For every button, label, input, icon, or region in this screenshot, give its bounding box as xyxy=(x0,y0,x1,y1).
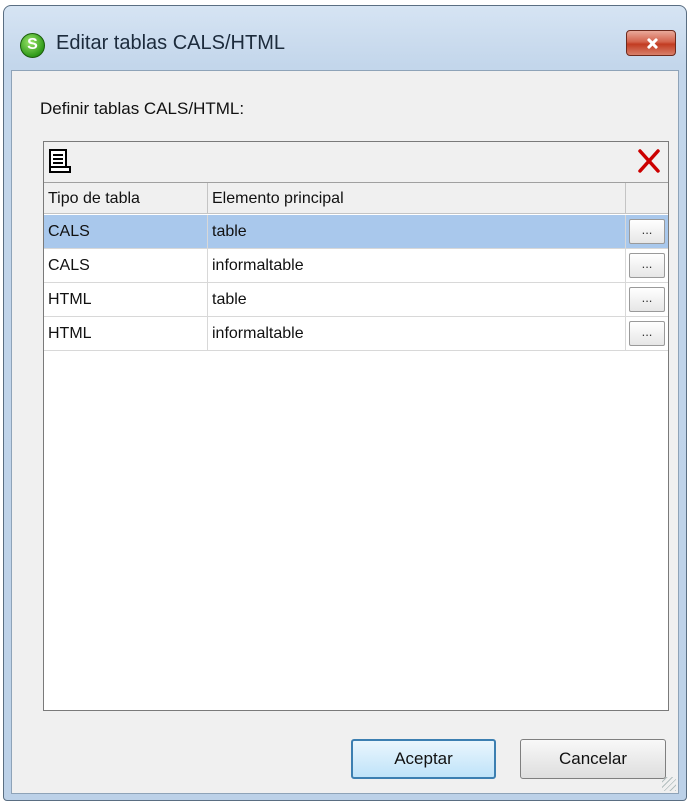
grid-toolbar xyxy=(44,142,668,183)
table-row[interactable]: CALS informaltable ... xyxy=(44,249,668,283)
cell-table-type[interactable]: CALS xyxy=(44,215,208,248)
cancel-button[interactable]: Cancelar xyxy=(520,739,666,779)
browse-element-button[interactable]: ... xyxy=(629,219,665,244)
resize-grip-icon[interactable] xyxy=(662,777,676,791)
browse-element-button[interactable]: ... xyxy=(629,321,665,346)
delete-row-icon[interactable] xyxy=(636,148,662,174)
cell-table-type[interactable]: HTML xyxy=(44,317,208,350)
column-header-blank xyxy=(626,183,668,214)
cell-main-element[interactable]: informaltable xyxy=(208,249,626,282)
cell-table-type[interactable]: HTML xyxy=(44,283,208,316)
cell-main-element[interactable]: table xyxy=(208,215,626,248)
cell-main-element[interactable]: informaltable xyxy=(208,317,626,350)
browse-element-button[interactable]: ... xyxy=(629,287,665,312)
section-label: Definir tablas CALS/HTML: xyxy=(40,99,245,118)
dialog-window: Editar tablas CALS/HTML Definir tablas C… xyxy=(3,5,687,801)
table-row[interactable]: CALS table ... xyxy=(44,215,668,249)
column-header-type[interactable]: Tipo de tabla xyxy=(44,183,208,214)
window-title: Editar tablas CALS/HTML xyxy=(56,32,285,54)
app-logo-icon xyxy=(20,33,45,58)
table-row[interactable]: HTML table ... xyxy=(44,283,668,317)
close-button[interactable] xyxy=(626,30,676,56)
column-header-element[interactable]: Elemento principal xyxy=(208,183,626,214)
table-row[interactable]: HTML informaltable ... xyxy=(44,317,668,351)
accept-button[interactable]: Aceptar xyxy=(351,739,496,779)
cell-table-type[interactable]: CALS xyxy=(44,249,208,282)
append-row-icon[interactable] xyxy=(48,148,72,174)
table-rows: CALS table ... CALS informaltable ... HT… xyxy=(44,215,668,351)
title-bar[interactable]: Editar tablas CALS/HTML xyxy=(4,6,686,76)
browse-element-button[interactable]: ... xyxy=(629,253,665,278)
cell-main-element[interactable]: table xyxy=(208,283,626,316)
tables-grid: Tipo de tabla Elemento principal CALS ta… xyxy=(43,141,669,711)
dialog-body: Definir tablas CALS/HTML: Tipo de tabla … xyxy=(11,70,679,794)
